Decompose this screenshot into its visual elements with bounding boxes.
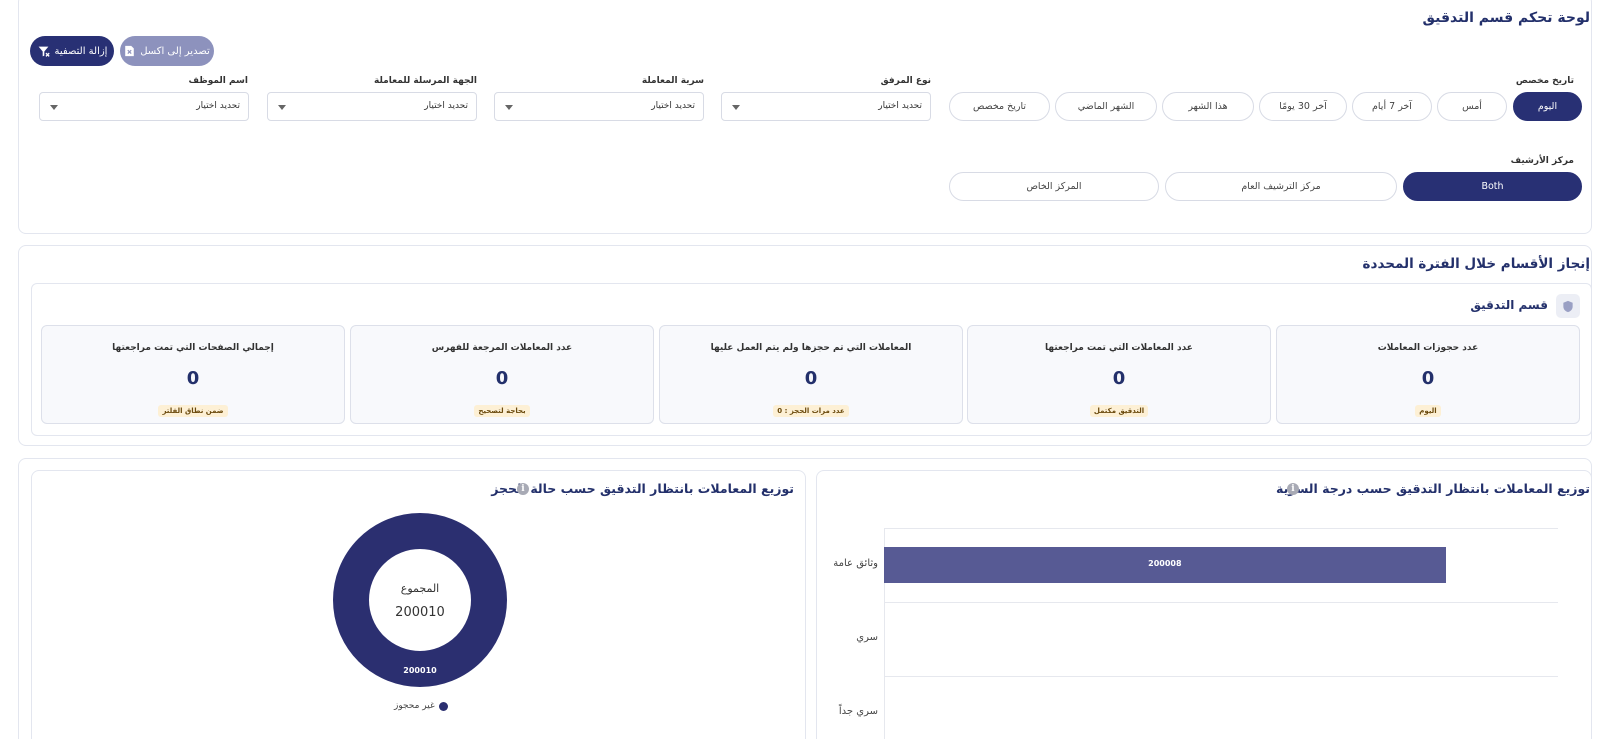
- date-option-custom[interactable]: تاريخ مخصص: [949, 92, 1050, 121]
- donut-center-value: 200010: [395, 605, 445, 620]
- archive-center-label: مركز الأرشيف: [1510, 156, 1574, 166]
- legend-swatch: [438, 701, 448, 711]
- bar-category-label: سري جداً: [838, 706, 878, 717]
- employee-name-value: تحديد اختيار: [196, 101, 240, 111]
- export-excel-label: تصدير إلى اكسل: [140, 45, 210, 57]
- info-icon[interactable]: i: [517, 483, 529, 495]
- stat-card-pages: إجمالي الصفحات التي تمت مراجعتها 0 ضمن ن…: [41, 325, 345, 424]
- archive-option-private[interactable]: المركز الخاص: [949, 172, 1159, 201]
- attachment-type-select[interactable]: تحديد اختيار: [721, 92, 931, 121]
- employee-name-label: اسم الموظف: [188, 76, 248, 86]
- stat-card-badge: بحاجة لتصحيح: [474, 405, 530, 417]
- donut-legend: غير محجوز: [394, 701, 448, 711]
- date-option-today[interactable]: اليوم: [1513, 92, 1582, 121]
- stat-card-badge: ضمن نطاق الفلتر: [158, 405, 228, 417]
- filter-clear-icon: [38, 46, 50, 57]
- stat-card-returned: عدد المعاملات المرجعة للفهرس 0 بحاجة لتص…: [350, 325, 654, 424]
- legend-label: غير محجوز: [394, 701, 435, 711]
- excel-file-icon: [125, 45, 135, 57]
- date-option-yesterday[interactable]: أمس: [1437, 92, 1507, 121]
- sender-entity-value: تحديد اختيار: [424, 101, 468, 111]
- stat-card-badge: عدد مرات الحجز : 0: [773, 405, 849, 417]
- archive-option-both[interactable]: Both: [1403, 172, 1582, 201]
- confidentiality-label: سرية المعاملة: [641, 76, 704, 86]
- stat-card-reviewed: عدد المعاملات التي تمت مراجعتها 0 التدقي…: [967, 325, 1271, 424]
- clear-filter-button[interactable]: إزالة التصفية: [30, 36, 114, 66]
- stat-card-value: 0: [1112, 368, 1126, 389]
- donut-slice[interactable]: [333, 513, 507, 687]
- archive-option-general[interactable]: مركز الترشيف العام: [1165, 172, 1397, 201]
- audit-section-title: قسم التدقيق: [1470, 298, 1548, 312]
- employee-name-select[interactable]: تحديد اختيار: [39, 92, 249, 121]
- stat-card-bookings: عدد حجوزات المعاملات 0 اليوم: [1276, 325, 1580, 424]
- clear-filter-label: إزالة التصفية: [54, 45, 108, 57]
- stat-card-badge: التدقيق مكتمل: [1089, 405, 1149, 417]
- chart-gridline: [884, 676, 1558, 677]
- stat-card-title: عدد المعاملات التي تمت مراجعتها: [1045, 343, 1193, 353]
- sender-entity-label: الجهة المرسلة للمعاملة: [374, 76, 477, 86]
- stat-card-title: عدد حجوزات المعاملات: [1377, 343, 1479, 353]
- shield-icon: [1556, 294, 1580, 318]
- bar-category-label: سري: [856, 632, 878, 643]
- chevron-down-icon: [278, 105, 286, 110]
- chevron-down-icon: [732, 105, 740, 110]
- bar-data-label: 200008: [1148, 559, 1182, 568]
- confidentiality-value: تحديد اختيار: [651, 101, 695, 111]
- export-excel-button[interactable]: تصدير إلى اكسل: [120, 36, 214, 66]
- confidentiality-chart-title: توزيع المعاملات بانتظار التدقيق حسب درجة…: [1276, 481, 1590, 496]
- stat-card-value: 0: [495, 368, 509, 389]
- stat-card-value: 0: [804, 368, 818, 389]
- date-option-last-30-days[interactable]: آخر 30 يومًا: [1259, 92, 1347, 121]
- chevron-down-icon: [505, 105, 513, 110]
- confidentiality-select[interactable]: تحديد اختيار: [494, 92, 704, 121]
- booking-chart-title: توزيع المعاملات بانتظار التدقيق حسب حالة…: [491, 481, 794, 496]
- stat-card-title: عدد المعاملات المرجعة للفهرس: [431, 343, 573, 353]
- attachment-type-label: نوع المرفق: [880, 76, 931, 86]
- custom-date-label: تاريخ مخصص: [1515, 76, 1574, 86]
- donut-center-label: المجموع: [401, 582, 439, 595]
- confidentiality-chart-card: [816, 470, 1592, 739]
- booking-donut-chart: 200010 المجموع 200010: [333, 513, 507, 687]
- stat-card-value: 0: [186, 368, 200, 389]
- date-option-last-month[interactable]: الشهر الماضي: [1055, 92, 1157, 121]
- chevron-down-icon: [50, 105, 58, 110]
- date-option-last-7-days[interactable]: آخر 7 أيام: [1352, 92, 1432, 121]
- attachment-type-value: تحديد اختيار: [878, 101, 922, 111]
- chart-gridline: [884, 602, 1558, 603]
- sender-entity-select[interactable]: تحديد اختيار: [267, 92, 477, 121]
- achievement-title: إنجاز الأقسام خلال الفترة المحددة: [1362, 256, 1590, 272]
- stat-card-title: إجمالي الصفحات التي تمت مراجعتها: [112, 343, 274, 353]
- stat-card-title: المعاملات التي تم حجزها ولم يتم العمل عل…: [710, 343, 912, 353]
- date-option-this-month[interactable]: هذا الشهر: [1162, 92, 1254, 121]
- stat-card-booked-unworked: المعاملات التي تم حجزها ولم يتم العمل عل…: [659, 325, 963, 424]
- bar-category-label: وثائق عامة: [833, 558, 878, 569]
- info-icon[interactable]: i: [1287, 483, 1299, 495]
- stat-card-value: 0: [1421, 368, 1435, 389]
- stat-card-badge: اليوم: [1415, 405, 1441, 417]
- page-title: لوحة تحكم قسم التدقيق: [1422, 10, 1590, 26]
- chart-gridline: [884, 528, 1558, 529]
- donut-slice-label: 200010: [403, 666, 437, 675]
